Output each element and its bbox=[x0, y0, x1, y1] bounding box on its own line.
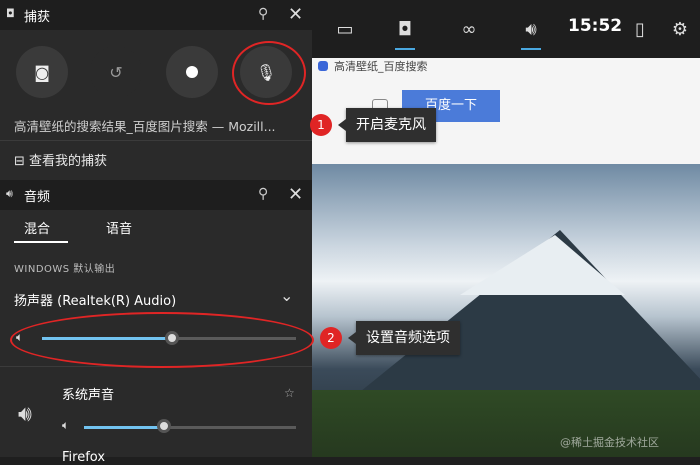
default-output-label: WINDOWS 默认输出 bbox=[14, 264, 116, 275]
app-name-firefox: Firefox bbox=[62, 450, 106, 465]
divider bbox=[0, 140, 312, 141]
show-captures-link[interactable]: ⊟ 查看我的捕获 bbox=[14, 150, 107, 169]
screenshot-button[interactable]: ◙ bbox=[16, 46, 68, 98]
tab-voice[interactable]: 语音 bbox=[106, 218, 132, 237]
watermark: @稀土掘金技术社区 bbox=[560, 436, 659, 449]
favorite-star-icon[interactable]: ☆ bbox=[284, 386, 295, 400]
start-recording-button[interactable] bbox=[166, 46, 218, 98]
widget-menu-icon[interactable]: ▭ bbox=[322, 0, 368, 58]
system-sounds-volume-slider[interactable] bbox=[84, 426, 296, 429]
annotation-callout-1: 开启麦克风 bbox=[338, 108, 436, 142]
browser-tab-title[interactable]: 高清壁纸_百度搜索 bbox=[318, 58, 428, 74]
capturing-window-title: 高清壁纸的搜索结果_百度图片搜索 — Mozill... bbox=[14, 119, 276, 134]
capture-titlebar[interactable]: ◘ 捕获 ⚲ ✕ bbox=[0, 0, 312, 30]
capture-icon[interactable]: ◘ bbox=[382, 0, 428, 58]
tab-active-indicator bbox=[14, 241, 68, 243]
binoculars-icon[interactable]: ∞ bbox=[446, 0, 492, 58]
output-device-select[interactable]: 扬声器 (Realtek(R) Audio) bbox=[14, 290, 176, 309]
app-name-system-sounds: 系统声音 bbox=[62, 388, 115, 403]
annotation-callout-2: 设置音频选项 bbox=[348, 321, 460, 355]
tab-mix[interactable]: 混合 bbox=[24, 218, 50, 237]
speaker-icon: 🔊︎ bbox=[6, 187, 13, 200]
close-icon[interactable]: ✕ bbox=[288, 184, 303, 205]
system-sound-icon: 🔊︎ bbox=[18, 402, 32, 427]
camera-icon: ◙ bbox=[34, 62, 50, 82]
background-browser: 高清壁纸_百度搜索 百度一下 bbox=[310, 0, 700, 457]
close-icon[interactable]: ✕ bbox=[288, 4, 303, 25]
audio-titlebar[interactable]: 🔊︎ 音频 ⚲ ✕ bbox=[0, 180, 312, 210]
system-sounds-volume-fill bbox=[84, 426, 164, 429]
capture-panel-icon: ◘ bbox=[6, 7, 15, 20]
pin-icon[interactable]: ⚲ bbox=[258, 186, 268, 202]
snow-cap bbox=[460, 235, 625, 295]
system-sounds-volume-thumb[interactable] bbox=[157, 419, 171, 433]
gear-icon[interactable]: ⚙ bbox=[660, 0, 700, 58]
mouse-icon[interactable]: ▯ bbox=[622, 0, 658, 58]
clock: 15:52 bbox=[568, 16, 623, 36]
record-last-button[interactable]: ↺ bbox=[90, 46, 142, 98]
chevron-down-icon[interactable]: ⌄ bbox=[280, 286, 293, 305]
gallery-icon: ⊟ bbox=[14, 154, 25, 169]
pin-icon[interactable]: ⚲ bbox=[258, 6, 268, 22]
audio-title: 音频 bbox=[24, 190, 51, 205]
replay-icon: ↺ bbox=[109, 62, 123, 82]
highlight-ellipse-mic bbox=[232, 41, 306, 105]
annotation-badge-1: 1 bbox=[310, 114, 332, 136]
game-bar: ▭ ◘ ∞ 🔊︎ 15:52 ▯ ⚙ bbox=[310, 0, 700, 58]
highlight-ellipse-audio bbox=[10, 312, 314, 368]
audio-icon[interactable]: 🔊︎ bbox=[508, 0, 554, 58]
baidu-paw-icon bbox=[318, 61, 328, 71]
annotation-badge-2: 2 bbox=[320, 327, 342, 349]
record-dot-icon bbox=[186, 66, 198, 78]
volume-icon[interactable]: 🔈︎ bbox=[62, 418, 69, 433]
capture-title: 捕获 bbox=[24, 10, 51, 25]
